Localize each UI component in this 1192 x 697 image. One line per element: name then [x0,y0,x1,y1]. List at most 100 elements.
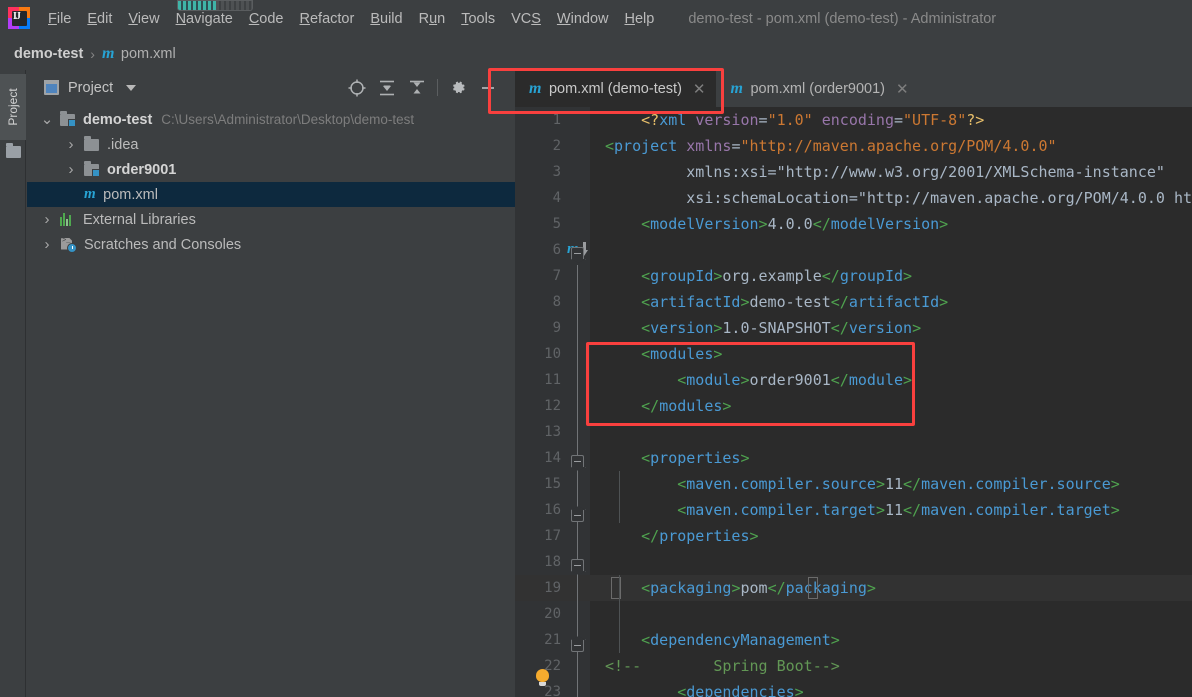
gutter-line-4[interactable]: 4 [515,185,590,211]
chevron-down-icon[interactable] [126,84,137,91]
menu-item-run[interactable]: Run [411,8,454,30]
fold-marker-icon[interactable] [571,507,584,522]
code-line-text: <maven.compiler.target>11</maven.compile… [677,501,1120,519]
editor-gutter[interactable]: 1 2 3 4 5 6 7 8 9 10 11 12 13 14 15 16 17 18 19 20 21 22 23 [515,107,590,697]
code-line-20[interactable] [590,601,1192,627]
sidebar-item-project[interactable]: Project [0,74,26,140]
tree-item-label: pom.xml [103,186,158,203]
gutter-line-9[interactable]: 9 [515,315,590,341]
code-line-text: <modules> [641,345,723,363]
code-line-21[interactable]: <dependencyManagement> [590,627,1192,653]
code-line-3[interactable]: xmlns:xsi="http://www.w3.org/2001/XMLSch… [590,159,1192,185]
gutter-line-2[interactable]: 2 [515,133,590,159]
close-icon[interactable]: ✕ [896,80,909,98]
tree-item-order9001[interactable]: › order9001 [27,157,515,182]
menu-items: File Edit View Navigate Code Refactor Build Run… [40,8,662,30]
editor-code-area[interactable]: <?xml version="1.0" encoding="UTF-8"?> <p… [590,107,1192,697]
breadcrumb-file[interactable]: pom.xml [121,46,176,62]
gutter-line-20[interactable]: 20 [515,601,590,627]
code-line-19[interactable]: <packaging>pom</packaging> [590,575,1192,601]
close-icon[interactable]: ✕ [693,80,706,98]
collapse-all-icon[interactable] [402,73,432,103]
hide-panel-icon[interactable] [473,73,503,103]
lightbulb-icon[interactable] [536,669,549,686]
gutter-line-17[interactable]: 17 [515,523,590,549]
menu-item-vcs[interactable]: VCS [503,8,549,30]
code-line-10[interactable]: <modules> [590,341,1192,367]
gutter-line-15[interactable]: 15 [515,471,590,497]
code-line-16[interactable]: <maven.compiler.target>11</maven.compile… [590,497,1192,523]
code-line-23[interactable]: <dependencies> [590,679,1192,697]
gutter-line-23[interactable]: 23 [515,679,590,697]
chevron-right-icon[interactable]: › [63,161,79,178]
code-line-22[interactable]: <!-- Spring Boot--> [590,653,1192,679]
chevron-right-icon[interactable]: › [63,136,79,153]
project-tool-window: Project ⌄ demo-test C:\Users\Administrat… [27,70,515,697]
gutter-line-1[interactable]: 1 [515,107,590,133]
code-line-12[interactable]: </modules> [590,393,1192,419]
fold-marker-icon[interactable] [571,247,584,260]
code-line-2[interactable]: <project xmlns="http://maven.apache.org/… [590,133,1192,159]
code-line-17[interactable]: </properties> [590,523,1192,549]
fold-marker-icon[interactable] [571,637,584,652]
gutter-line-10[interactable]: 10 [515,341,590,367]
fold-marker-icon[interactable] [571,455,584,468]
gutter-line-19[interactable]: 19 [515,575,590,601]
line-number: 15 [544,476,561,492]
code-line-4[interactable]: xsi:schemaLocation="http://maven.apache.… [590,185,1192,211]
chevron-right-icon[interactable]: › [39,236,55,253]
code-line-14[interactable]: <properties> [590,445,1192,471]
menu-item-help[interactable]: Help [616,8,662,30]
settings-gear-icon[interactable] [443,73,473,103]
memory-indicator[interactable] [177,0,253,11]
gutter-line-12[interactable]: 12 [515,393,590,419]
menu-item-file[interactable]: File [40,8,79,30]
editor-tab-1[interactable]: m pom.xml (order9001) ✕ [716,70,919,107]
menu-item-edit[interactable]: Edit [79,8,120,30]
code-line-7[interactable]: <groupId>org.example</groupId> [590,263,1192,289]
code-line-15[interactable]: <maven.compiler.source>11</maven.compile… [590,471,1192,497]
tree-item-scratches-and-consoles[interactable]: › Scratches and Consoles [27,232,515,257]
gutter-line-7[interactable]: 7 [515,263,590,289]
code-line-13[interactable] [590,419,1192,445]
menu-item-tools[interactable]: Tools [453,8,503,30]
menu-item-build[interactable]: Build [362,8,410,30]
code-line-9[interactable]: <version>1.0-SNAPSHOT</version> [590,315,1192,341]
menu-item-view[interactable]: View [120,8,167,30]
chevron-down-icon[interactable]: ⌄ [39,112,55,127]
code-line-6[interactable] [590,237,1192,263]
tree-item-external-libraries[interactable]: › External Libraries [27,207,515,232]
line-number: 20 [544,606,561,622]
code-line-18[interactable] [590,549,1192,575]
code-line-11[interactable]: <module>order9001</module> [590,367,1192,393]
breadcrumb-project[interactable]: demo-test [14,46,83,62]
folder-icon[interactable] [6,143,21,158]
code-editor[interactable]: 1 2 3 4 5 6 7 8 9 10 11 12 13 14 15 16 17 18 19 20 21 22 23 <?… [515,107,1192,697]
code-line-8[interactable]: <artifactId>demo-test</artifactId> [590,289,1192,315]
gutter-line-13[interactable]: 13 [515,419,590,445]
chevron-right-icon[interactable]: › [39,211,55,228]
gutter-line-11[interactable]: 11 [515,367,590,393]
code-line-1[interactable]: <?xml version="1.0" encoding="UTF-8"?> [590,107,1192,133]
menu-item-window[interactable]: Window [549,8,617,30]
tree-item-label: External Libraries [83,211,196,228]
tree-item--idea[interactable]: › .idea [27,132,515,157]
menu-item-refactor[interactable]: Refactor [292,8,363,30]
tree-item-pom-xml[interactable]: m pom.xml [27,182,515,207]
scratches-icon [60,237,77,253]
gutter-line-5[interactable]: 5 [515,211,590,237]
gutter-line-8[interactable]: 8 [515,289,590,315]
expand-all-icon[interactable] [372,73,402,103]
code-line-text: <maven.compiler.source>11</maven.compile… [677,475,1120,493]
gutter-line-3[interactable]: 3 [515,159,590,185]
fold-marker-icon[interactable] [571,559,584,572]
gutter-line-22[interactable]: 22 [515,653,590,679]
code-line-text: xmlns:xsi="http://www.w3.org/2001/XMLSch… [605,163,1165,181]
line-number: 11 [544,372,561,388]
breadcrumb: demo-test › m pom.xml [0,37,1192,70]
tree-item-demo-test[interactable]: ⌄ demo-test C:\Users\Administrator\Desktop… [27,107,515,132]
editor-tab-0[interactable]: m pom.xml (demo-test) ✕ [515,70,717,107]
locate-in-tree-icon[interactable] [342,73,372,103]
code-line-5[interactable]: <modelVersion>4.0.0</modelVersion> [590,211,1192,237]
